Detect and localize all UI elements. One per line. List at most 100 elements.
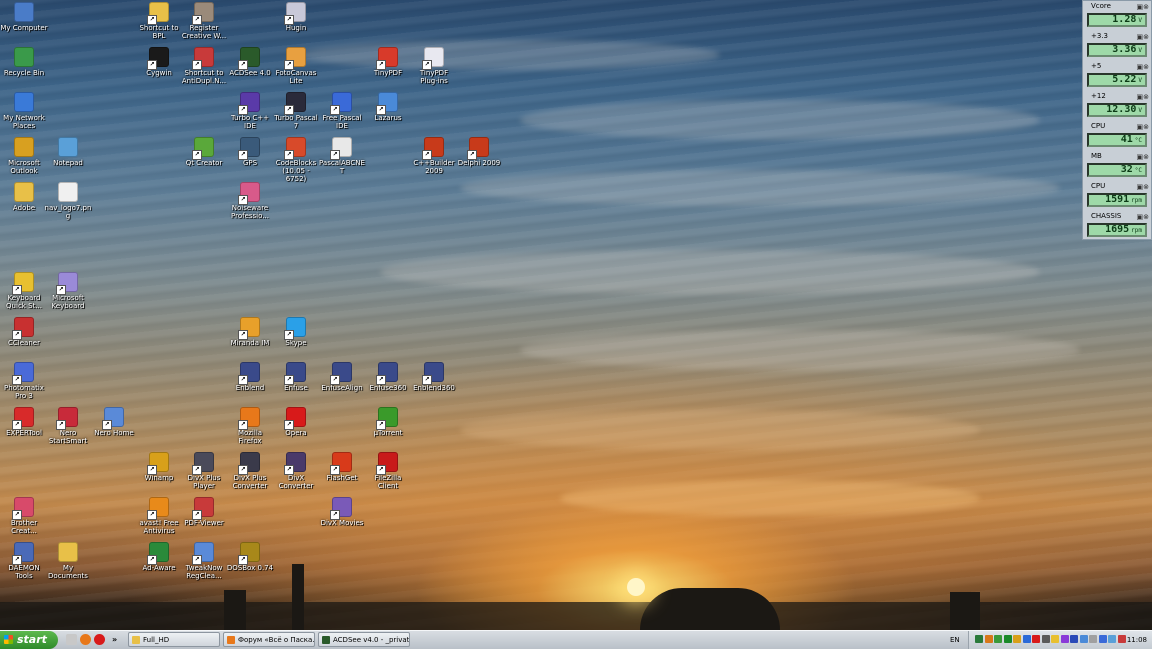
- desktop-icon[interactable]: Hugin: [272, 2, 320, 32]
- sensor-controls-icon[interactable]: ▣⊗: [1137, 3, 1149, 11]
- clock[interactable]: 11:08: [1127, 631, 1147, 649]
- desktop-icon[interactable]: Qt Creator: [180, 137, 228, 167]
- desktop-icon[interactable]: Turbo Pascal 7: [272, 92, 320, 130]
- desktop-icon[interactable]: Enblend: [226, 362, 274, 392]
- nero-icon: [56, 407, 78, 430]
- tray-app-icon[interactable]: [994, 635, 1002, 643]
- desktop-icon[interactable]: Nero Home: [90, 407, 138, 437]
- sensor-controls-icon[interactable]: ▣⊗: [1137, 93, 1149, 101]
- tray-app-icon[interactable]: [1022, 635, 1031, 643]
- desktop-icon[interactable]: Miranda IM: [226, 317, 274, 347]
- tray-app-icon[interactable]: [984, 635, 993, 643]
- desktop-icon[interactable]: Nero StartSmart: [44, 407, 92, 445]
- sensor-name: Vcore: [1091, 2, 1111, 10]
- desktop-icon[interactable]: Recycle Bin: [0, 47, 48, 77]
- desktop-icon[interactable]: DivX Plus Converter: [226, 452, 274, 490]
- desktop-icon[interactable]: TinyPDF: [364, 47, 412, 77]
- desktop-icon[interactable]: Register Creative W...: [180, 2, 228, 40]
- desktop-icon[interactable]: EnfuseAlign: [318, 362, 366, 392]
- desktop-icon[interactable]: Winamp: [135, 452, 183, 482]
- sensor-name: +3.3: [1091, 32, 1108, 40]
- sensor-name: +12: [1091, 92, 1106, 100]
- desktop-icon[interactable]: Noiseware Professio...: [226, 182, 274, 220]
- tray-app-icon[interactable]: [1108, 635, 1116, 643]
- desktop-icon[interactable]: PascalABCNET: [318, 137, 366, 175]
- desktop-icon[interactable]: Enfuse360: [364, 362, 412, 392]
- sensor-controls-icon[interactable]: ▣⊗: [1137, 213, 1149, 221]
- sensor-controls-icon[interactable]: ▣⊗: [1137, 123, 1149, 131]
- desktop-icon[interactable]: Microsoft Keyboard: [44, 272, 92, 310]
- firefox-quicklaunch-icon[interactable]: [80, 634, 91, 645]
- desktop-icon[interactable]: Mozilla Firefox: [226, 407, 274, 445]
- desktop-icon[interactable]: EXPERTool: [0, 407, 48, 437]
- tray-app-icon[interactable]: [1051, 635, 1059, 643]
- taskbar-button[interactable]: Форум «Всё о Паска...: [223, 632, 315, 647]
- desktop-icon[interactable]: FlashGet: [318, 452, 366, 482]
- sensor-controls-icon[interactable]: ▣⊗: [1137, 183, 1149, 191]
- desktop-icon[interactable]: Turbo C++ IDE: [226, 92, 274, 130]
- desktop-icon[interactable]: Shortcut to BPL: [135, 2, 183, 40]
- desktop-icon[interactable]: C++Builder 2009: [410, 137, 458, 175]
- desktop-icon[interactable]: Ad-Aware: [135, 542, 183, 572]
- opera-quicklaunch-icon[interactable]: [94, 634, 105, 645]
- desktop-icon[interactable]: Enblend360: [410, 362, 458, 392]
- tray-app-icon[interactable]: [1098, 635, 1107, 643]
- tray-app-icon[interactable]: [975, 635, 983, 643]
- taskbar-button[interactable]: ACDSee v4.0 - _private: [318, 632, 410, 647]
- tray-app-icon[interactable]: [1070, 635, 1078, 643]
- desktop-icon[interactable]: Notepad: [44, 137, 92, 167]
- desktop-icon[interactable]: Adobe: [0, 182, 48, 212]
- desktop-icon[interactable]: CCleaner: [0, 317, 48, 347]
- desktop-icon-label: Free Pascal IDE: [322, 114, 362, 130]
- desktop-icon[interactable]: Microsoft Outlook: [0, 137, 48, 175]
- desktop-icon[interactable]: PDF-Viewer: [180, 497, 228, 527]
- desktop-icon[interactable]: TinyPDF Plug-ins: [410, 47, 458, 85]
- tray-app-icon[interactable]: [1032, 635, 1040, 643]
- start-button[interactable]: start: [0, 631, 58, 649]
- desktop-icon[interactable]: DOSBox 0.74: [226, 542, 274, 572]
- language-indicator[interactable]: EN: [950, 631, 960, 649]
- show-desktop-icon[interactable]: [66, 634, 77, 645]
- desktop-icon[interactable]: µTorrent: [364, 407, 412, 437]
- desktop-icon[interactable]: TweakNow RegClea...: [180, 542, 228, 580]
- desktop-icon[interactable]: Shortcut to AntiDupl.N...: [180, 47, 228, 85]
- desktop-icon[interactable]: Lazarus: [364, 92, 412, 122]
- desktop-icon[interactable]: FileZilla Client: [364, 452, 412, 490]
- sensor-controls-icon[interactable]: ▣⊗: [1137, 63, 1149, 71]
- desktop-icon[interactable]: DivX Movies: [318, 497, 366, 527]
- tray-app-icon[interactable]: [1041, 635, 1050, 643]
- desktop-icon[interactable]: Delphi 2009: [455, 137, 503, 167]
- tray-app-icon[interactable]: [1079, 635, 1088, 643]
- tray-app-icon[interactable]: [1060, 635, 1069, 643]
- desktop-icon[interactable]: Photomatix Pro 3: [0, 362, 48, 400]
- tray-app-icon[interactable]: [1117, 635, 1126, 643]
- taskbar-button[interactable]: Full_HD: [128, 632, 220, 647]
- desktop-icon[interactable]: DAEMON Tools: [0, 542, 48, 580]
- desktop-icon[interactable]: Free Pascal IDE: [318, 92, 366, 130]
- desktop-icon[interactable]: Cygwin: [135, 47, 183, 77]
- desktop-icon-label: Miranda IM: [230, 339, 270, 347]
- tray-app-icon[interactable]: [1089, 635, 1097, 643]
- desktop-icon[interactable]: CodeBlocks (10.05 - 6752): [272, 137, 320, 183]
- hardware-monitor-gadget[interactable]: Vcore ▣⊗ 1.28 V +3.3 ▣⊗ 3.36 V +5 ▣⊗ 5.22 V +12 ▣⊗ 12.…: [1082, 0, 1152, 240]
- tray-app-icon[interactable]: [1013, 635, 1021, 643]
- desktop-icon[interactable]: Enfuse: [272, 362, 320, 392]
- desktop-icon[interactable]: ACDSee 4.0: [226, 47, 274, 77]
- tray-app-icon[interactable]: [1003, 635, 1012, 643]
- desktop-icon[interactable]: Brother Creat...: [0, 497, 48, 535]
- desktop-icon[interactable]: avast! Free Antivirus: [135, 497, 183, 535]
- desktop-icon[interactable]: GPS: [226, 137, 274, 167]
- desktop-icon[interactable]: DivX Plus Player: [180, 452, 228, 490]
- quicklaunch-overflow-chevron-icon[interactable]: »: [112, 634, 120, 645]
- sensor-controls-icon[interactable]: ▣⊗: [1137, 33, 1149, 41]
- desktop-icon[interactable]: My Documents: [44, 542, 92, 580]
- desktop-icon[interactable]: FotoCanvas Lite: [272, 47, 320, 85]
- desktop-icon[interactable]: DivX Converter: [272, 452, 320, 490]
- desktop-icon[interactable]: Keyboard Quick St...: [0, 272, 48, 310]
- desktop-icon[interactable]: Skype: [272, 317, 320, 347]
- desktop-icon[interactable]: nav_logo7.png: [44, 182, 92, 220]
- desktop-icon[interactable]: My Computer: [0, 2, 48, 32]
- sensor-controls-icon[interactable]: ▣⊗: [1137, 153, 1149, 161]
- desktop-icon[interactable]: My Network Places: [0, 92, 48, 130]
- desktop-icon[interactable]: Opera: [272, 407, 320, 437]
